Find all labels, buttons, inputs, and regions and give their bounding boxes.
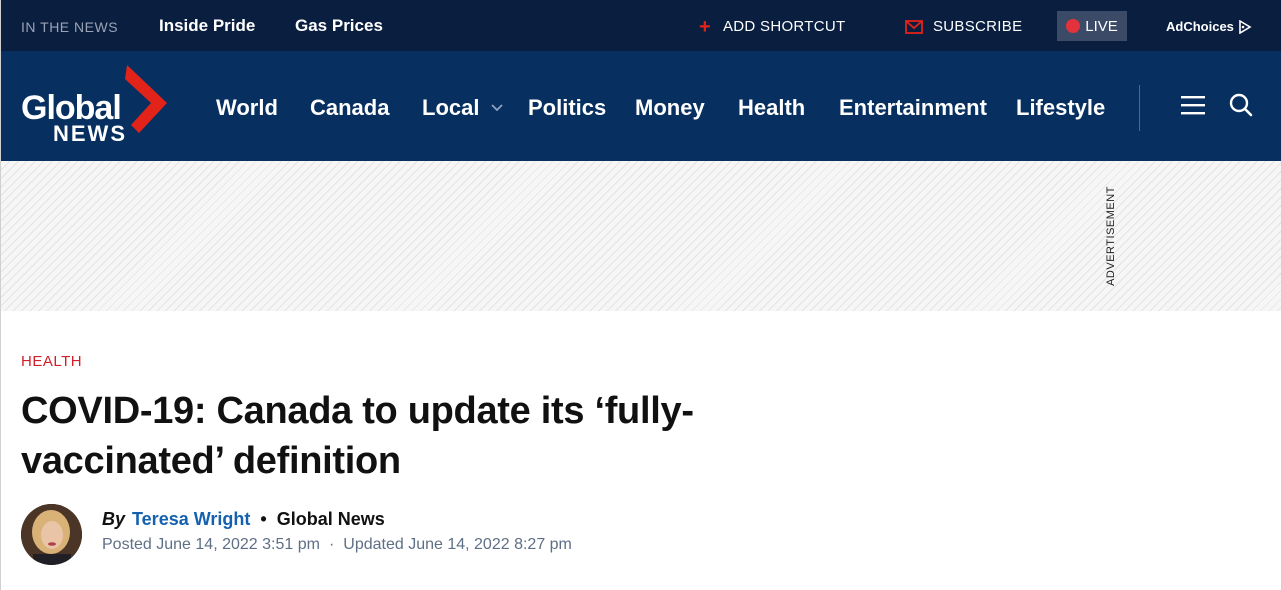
- in-the-news-label: IN THE NEWS: [21, 19, 119, 35]
- article-headline: COVID-19: Canada to update its ‘fully- v…: [21, 386, 821, 486]
- nav-item-money[interactable]: Money: [635, 95, 705, 121]
- search-icon[interactable]: [1229, 93, 1253, 117]
- article-category[interactable]: HEALTH: [21, 353, 82, 370]
- headline-line-2: vaccinated’ definition: [21, 440, 401, 482]
- advertisement-slot: ADVERTISEMENT: [1, 161, 1281, 311]
- author-portrait-icon: [21, 504, 82, 565]
- trending-link-gas-prices[interactable]: Gas Prices: [295, 16, 383, 36]
- adchoices-label: AdChoices: [1166, 19, 1234, 34]
- logo-word-news: NEWS: [53, 121, 127, 146]
- live-dot-icon: [1066, 19, 1081, 33]
- nav-item-politics[interactable]: Politics: [528, 95, 606, 121]
- nav-item-canada[interactable]: Canada: [310, 95, 389, 121]
- nav-item-health[interactable]: Health: [738, 95, 805, 121]
- nav-item-lifestyle[interactable]: Lifestyle: [1016, 95, 1105, 121]
- subscribe-label: SUBSCRIBE: [933, 18, 1023, 35]
- headline-line-1: COVID-19: Canada to update its ‘fully-: [21, 390, 694, 432]
- trending-link-inside-pride[interactable]: Inside Pride: [159, 16, 255, 36]
- byline-by: By: [102, 509, 126, 529]
- advertisement-label-text: ADVERTISEMENT: [1105, 186, 1117, 286]
- byline-separator: •: [260, 509, 267, 529]
- nav-item-local-label: Local: [422, 95, 480, 120]
- author-avatar[interactable]: [21, 504, 82, 565]
- top-utility-bar: IN THE NEWS Inside Pride Gas Prices + AD…: [1, 0, 1281, 51]
- logo-chevron-icon: [125, 65, 167, 133]
- updated-date: Updated June 14, 2022 8:27 pm: [343, 536, 572, 553]
- nav-item-world[interactable]: World: [216, 95, 278, 121]
- advertisement-label: ADVERTISEMENT: [1104, 185, 1118, 289]
- article-source: Global News: [276, 509, 385, 529]
- add-shortcut-label: ADD SHORTCUT: [722, 18, 846, 35]
- subscribe-button[interactable]: SUBSCRIBE: [905, 18, 1022, 35]
- date-separator: ·: [328, 536, 335, 553]
- add-shortcut-button[interactable]: + ADD SHORTCUT: [699, 15, 846, 38]
- nav-item-local[interactable]: Local: [422, 95, 504, 121]
- article-dates: Posted June 14, 2022 3:51 pm · Updated J…: [102, 536, 572, 554]
- hamburger-menu-icon[interactable]: [1181, 95, 1205, 115]
- article-byline: By Teresa Wright • Global News: [102, 509, 385, 530]
- author-link[interactable]: Teresa Wright: [132, 509, 250, 530]
- nav-divider: [1139, 85, 1140, 131]
- global-news-logo[interactable]: Global NEWS: [21, 65, 169, 147]
- main-navigation: Global NEWS World Canada Local Politics …: [1, 51, 1281, 161]
- posted-date: Posted June 14, 2022 3:51 pm: [102, 536, 320, 553]
- nav-item-entertainment[interactable]: Entertainment: [839, 95, 987, 121]
- plus-icon: +: [699, 15, 711, 38]
- chevron-down-icon: [491, 104, 504, 112]
- mail-icon: [905, 19, 923, 34]
- live-button[interactable]: LIVE: [1057, 11, 1127, 41]
- adchoices-icon: [1239, 19, 1252, 34]
- live-label: LIVE: [1085, 17, 1118, 35]
- adchoices-link[interactable]: AdChoices: [1166, 19, 1252, 34]
